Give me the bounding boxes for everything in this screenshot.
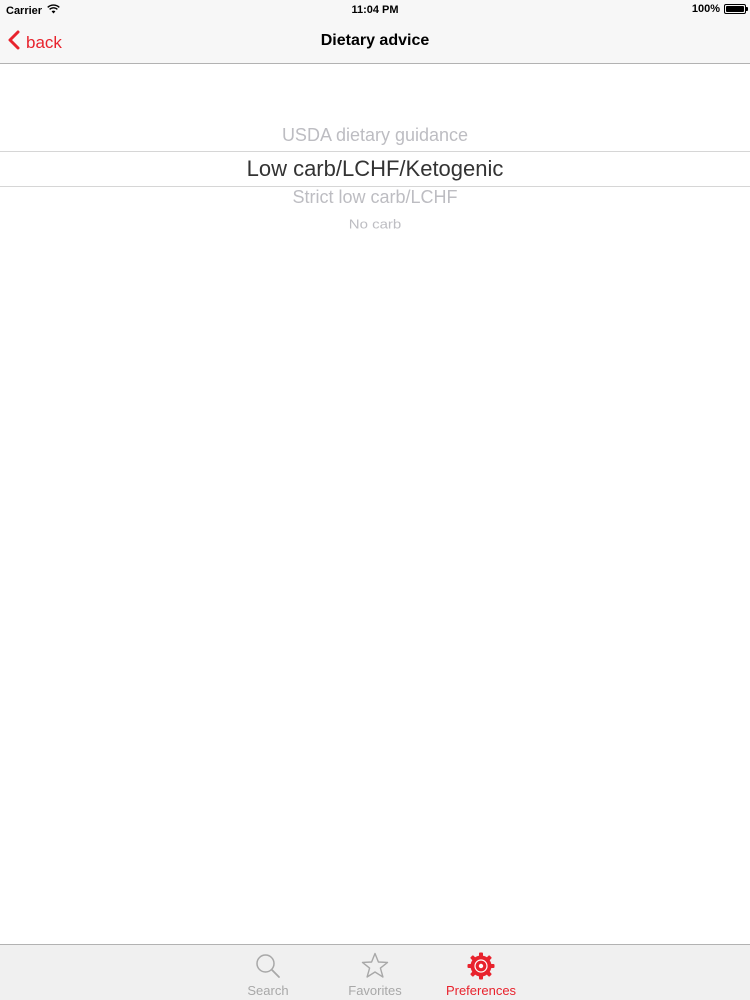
picker-option-selected[interactable]: Low carb/LCHF/Ketogenic [0,151,750,187]
navigation-bar: back Dietary advice [0,22,750,63]
battery-icon [724,4,748,14]
gear-icon [431,951,531,981]
battery-percent: 100% [691,3,720,15]
status-bar: Carrier 11:04 PM 100% [0,0,750,22]
page-title: Dietary advice [320,32,430,49]
tab-search-label: Search [247,983,289,998]
search-icon [218,951,318,981]
app-screen: Carrier 11:04 PM 100% back Dietary advic… [0,0,750,1000]
picker-option-strict-low-carb[interactable]: Strict low carb/LCHF [0,187,750,208]
tab-favorites[interactable]: Favorites [325,951,425,998]
tab-search[interactable]: Search [218,951,318,998]
top-bar: Carrier 11:04 PM 100% back Dietary advic… [0,0,750,64]
status-time: 11:04 PM [351,4,399,16]
star-icon [325,951,425,981]
tab-preferences[interactable]: Preferences [431,951,531,998]
tab-bar: Search Favorites Preferences [0,944,750,1000]
picker-option-usda[interactable]: USDA dietary guidance [0,125,750,146]
dietary-advice-picker[interactable]: USDA dietary guidance Low carb/LCHF/Keto… [0,115,750,240]
picker-option-no-carb[interactable]: No carb [0,217,750,231]
tab-favorites-label: Favorites [348,983,402,998]
status-battery: 100% [691,3,748,15]
tab-preferences-label: Preferences [445,983,517,998]
